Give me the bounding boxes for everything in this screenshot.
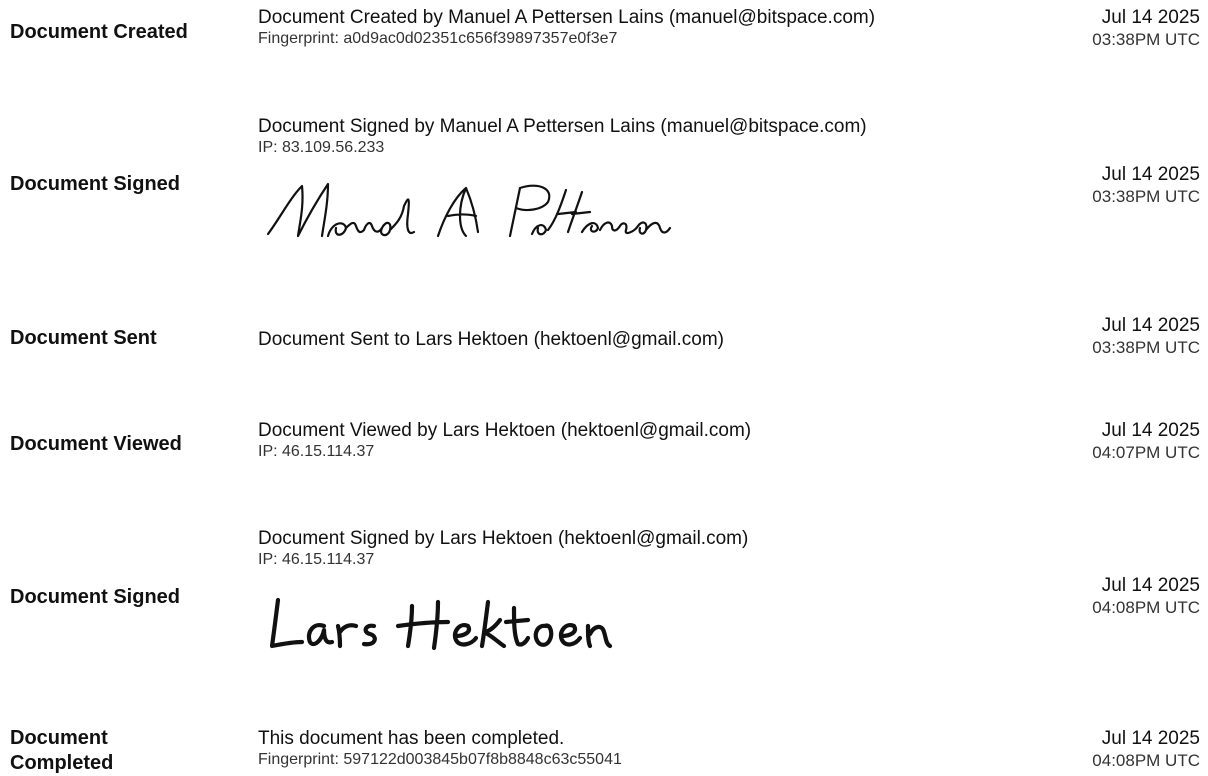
signature-drawing	[266, 182, 672, 238]
event-label: Document Signed	[10, 586, 181, 608]
event-label: Document Signed	[10, 173, 181, 195]
event-label-line: Completed	[10, 752, 114, 774]
event-details: Document Sent to Lars Hektoen (hektoenl@…	[258, 328, 1038, 351]
event-ip: IP: 46.15.114.37	[258, 551, 375, 568]
event-details: Document Signed by Manuel A Pettersen La…	[258, 115, 1038, 157]
event-ip: IP: 46.15.114.37	[258, 443, 375, 460]
event-label: Document Sent	[10, 327, 157, 349]
signature-image-lars	[262, 592, 622, 656]
event-label: Document Viewed	[10, 433, 182, 455]
event-description: This document has been completed.	[258, 728, 565, 749]
event-ip: IP: 83.109.56.233	[258, 139, 385, 156]
event-description: Document Signed by Manuel A Pettersen La…	[258, 116, 867, 137]
event-description: Document Created by Manuel A Pettersen L…	[258, 7, 876, 28]
event-time: 04:08PM UTC	[1092, 751, 1200, 770]
event-time: 04:08PM UTC	[1092, 598, 1200, 617]
event-timestamp: Jul 14 2025 03:38PM UTC	[980, 6, 1200, 50]
event-time: 04:07PM UTC	[1092, 443, 1200, 462]
event-date: Jul 14 2025	[1101, 315, 1200, 336]
signature-image-manuel	[262, 178, 682, 248]
event-description: Document Signed by Lars Hektoen (hektoen…	[258, 528, 749, 549]
event-date: Jul 14 2025	[1101, 420, 1200, 441]
event-description: Document Viewed by Lars Hektoen (hektoen…	[258, 420, 752, 441]
event-timestamp: Jul 14 2025 04:08PM UTC	[980, 574, 1200, 618]
event-date: Jul 14 2025	[1101, 7, 1200, 28]
event-details: This document has been completed. Finger…	[258, 727, 1038, 769]
event-time: 03:38PM UTC	[1092, 338, 1200, 357]
event-timestamp: Jul 14 2025 04:07PM UTC	[980, 419, 1200, 463]
event-timestamp: Jul 14 2025 03:38PM UTC	[980, 314, 1200, 358]
event-details: Document Viewed by Lars Hektoen (hektoen…	[258, 419, 1038, 461]
event-date: Jul 14 2025	[1101, 575, 1200, 596]
event-description: Document Sent to Lars Hektoen (hektoenl@…	[258, 329, 725, 350]
event-details: Document Signed by Lars Hektoen (hektoen…	[258, 527, 1038, 569]
event-date: Jul 14 2025	[1101, 164, 1200, 185]
event-details: Document Created by Manuel A Pettersen L…	[258, 6, 1038, 48]
event-date: Jul 14 2025	[1101, 728, 1200, 749]
event-time: 03:38PM UTC	[1092, 30, 1200, 49]
event-fingerprint: Fingerprint: 597122d003845b07f8b8848c63c…	[258, 751, 622, 768]
signature-drawing	[269, 597, 613, 651]
event-timestamp: Jul 14 2025 03:38PM UTC	[980, 163, 1200, 207]
event-label: Document Completed	[10, 726, 225, 776]
event-label-line: Document	[10, 727, 108, 749]
event-timestamp: Jul 14 2025 04:08PM UTC	[980, 727, 1200, 771]
event-label: Document Created	[10, 21, 188, 43]
event-time: 03:38PM UTC	[1092, 187, 1200, 206]
event-fingerprint: Fingerprint: a0d9ac0d02351c656f39897357e…	[258, 30, 618, 47]
